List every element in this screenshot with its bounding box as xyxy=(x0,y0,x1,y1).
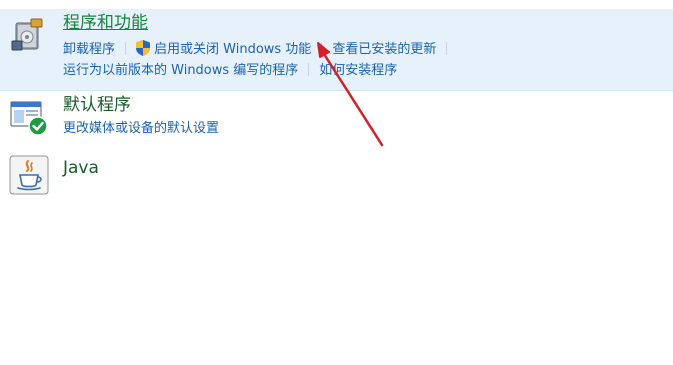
category-default-programs: 默认程序 更改媒体或设备的默认设置 xyxy=(0,92,673,147)
uninstall-program-link[interactable]: 卸载程序 xyxy=(63,42,115,57)
category-programs-features: 程序和功能 卸载程序 启用或关闭 Windows 功能 查看已安装的更新 运行为以… xyxy=(0,9,673,91)
default-programs-links: 更改媒体或设备的默认设置 xyxy=(63,121,219,137)
uac-shield-icon xyxy=(136,40,151,56)
java-title[interactable]: Java xyxy=(63,158,99,178)
programs-features-title[interactable]: 程序和功能 xyxy=(63,13,148,33)
default-programs-icon[interactable] xyxy=(9,98,49,138)
java-icon[interactable] xyxy=(9,155,49,195)
view-installed-updates-link[interactable]: 查看已安装的更新 xyxy=(332,42,436,57)
link-separator xyxy=(308,63,310,76)
change-media-defaults-link[interactable]: 更改媒体或设备的默认设置 xyxy=(63,121,219,136)
link-separator xyxy=(125,42,127,55)
link-separator xyxy=(446,42,448,55)
programs-features-links-row2: 运行为以前版本的 Windows 编写的程序 如何安装程序 xyxy=(63,63,397,79)
default-programs-title[interactable]: 默认程序 xyxy=(63,95,131,115)
turn-windows-features-link[interactable]: 启用或关闭 Windows 功能 xyxy=(154,42,311,57)
how-to-install-link[interactable]: 如何安装程序 xyxy=(319,63,397,78)
programs-features-icon[interactable] xyxy=(9,15,49,55)
link-separator xyxy=(321,42,323,55)
programs-features-links-row1: 卸载程序 启用或关闭 Windows 功能 查看已安装的更新 xyxy=(63,40,457,58)
category-java: Java xyxy=(0,150,673,200)
run-older-programs-link[interactable]: 运行为以前版本的 Windows 编写的程序 xyxy=(63,63,298,78)
control-panel-programs: 程序和功能 卸载程序 启用或关闭 Windows 功能 查看已安装的更新 运行为以… xyxy=(0,0,673,365)
